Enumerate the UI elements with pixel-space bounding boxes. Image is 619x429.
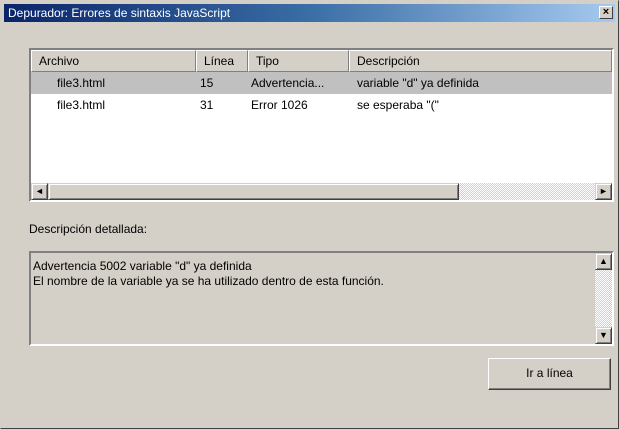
window-title: Depurador: Errores de sintaxis JavaScrip…: [8, 6, 231, 20]
scroll-left-icon: ◄: [35, 186, 44, 196]
cell-tipo: Advertencia...: [251, 76, 325, 90]
cell-tipo: Error 1026: [251, 98, 308, 112]
cell-descripcion: variable "d" ya definida: [357, 76, 479, 90]
list-item[interactable]: file3.html 15 Advertencia... variable "d…: [31, 72, 612, 94]
scroll-right-button[interactable]: ►: [595, 183, 612, 200]
detail-label: Descripción detallada:: [29, 222, 148, 236]
scroll-right-icon: ►: [599, 186, 608, 196]
detail-text: Advertencia 5002 variable "d" ya definid…: [33, 259, 384, 289]
list-header: Archivo Línea Tipo Descripción: [31, 50, 612, 72]
title-bar[interactable]: Depurador: Errores de sintaxis JavaScrip…: [4, 4, 615, 22]
horizontal-scrollbar[interactable]: ◄ ►: [31, 183, 612, 200]
scroll-up-button[interactable]: ▲: [595, 253, 612, 270]
cell-descripcion: se esperaba "(": [357, 98, 439, 112]
cell-linea: 15: [200, 76, 214, 90]
close-button[interactable]: ×: [599, 6, 613, 19]
horizontal-scroll-thumb[interactable]: [48, 183, 459, 200]
scroll-down-button[interactable]: ▼: [595, 327, 612, 344]
scroll-up-icon: ▲: [599, 256, 608, 266]
column-header-archivo[interactable]: Archivo: [31, 50, 196, 72]
detail-line-1: Advertencia 5002 variable "d" ya definid…: [33, 259, 252, 273]
cell-linea: 31: [200, 98, 214, 112]
goto-line-button[interactable]: Ir a línea: [488, 358, 611, 390]
detail-description-box[interactable]: Advertencia 5002 variable "d" ya definid…: [29, 251, 614, 346]
column-header-tipo[interactable]: Tipo: [248, 50, 349, 72]
vertical-scrollbar[interactable]: ▲ ▼: [595, 253, 612, 344]
cell-archivo: file3.html: [57, 76, 106, 90]
close-icon: ×: [602, 6, 610, 18]
list-item[interactable]: file3.html 31 Error 1026 se esperaba "(": [31, 94, 612, 116]
cell-archivo: file3.html: [57, 98, 106, 112]
detail-line-2: El nombre de la variable ya se ha utiliz…: [33, 274, 384, 288]
errors-list[interactable]: Archivo Línea Tipo Descripción file3.htm…: [29, 48, 614, 202]
debugger-dialog: Depurador: Errores de sintaxis JavaScrip…: [0, 0, 619, 429]
scroll-left-button[interactable]: ◄: [31, 183, 48, 200]
column-header-linea[interactable]: Línea: [196, 50, 248, 72]
column-header-descripcion[interactable]: Descripción: [349, 50, 612, 72]
scroll-down-icon: ▼: [599, 330, 608, 340]
